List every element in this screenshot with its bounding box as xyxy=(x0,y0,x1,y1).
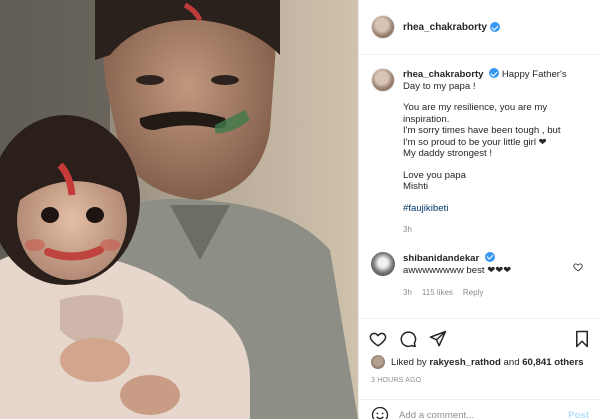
verified-badge-icon xyxy=(484,251,495,262)
comment-icon[interactable] xyxy=(399,330,417,348)
liker-avatar[interactable] xyxy=(371,355,385,369)
comment-body: awwwwwwww best ❤❤❤ xyxy=(403,264,512,276)
caption-paragraph: Love you papa Mishti xyxy=(403,170,589,193)
post-comment-button[interactable]: Post xyxy=(568,410,589,419)
share-icon[interactable] xyxy=(429,330,447,348)
caption: rhea_chakraborty Happy Father's Day to m… xyxy=(359,56,600,236)
heart-icon[interactable] xyxy=(369,330,387,348)
liked-by-user[interactable]: rakyesh_rathod xyxy=(429,357,500,368)
caption-line: Mishti xyxy=(403,181,429,192)
author-username[interactable]: rhea_chakraborty xyxy=(403,22,487,33)
comments-section: rhea_chakraborty Happy Father's Day to m… xyxy=(359,56,600,312)
add-comment-bar: Add a comment... Post xyxy=(359,399,600,419)
caption-author-avatar[interactable] xyxy=(371,68,395,92)
comment-meta: 3h 115 likes Reply xyxy=(403,287,568,299)
caption-line: I'm so proud to be your little girl ❤ xyxy=(403,136,547,148)
liked-by: Liked by rakyesh_rathod and 60,841 other… xyxy=(371,355,584,369)
comment-text: shibanidandekar awwwwwwww best ❤❤❤ 3h 11… xyxy=(403,251,568,299)
comment-reply-button[interactable]: Reply xyxy=(463,287,483,299)
comment-timestamp[interactable]: 3h xyxy=(403,287,412,299)
commenter-username[interactable]: shibanidandekar xyxy=(403,253,479,264)
liked-by-prefix: Liked by xyxy=(391,356,427,368)
hashtag-link[interactable]: #faujikibeti xyxy=(403,203,589,215)
caption-line: You are my resilience, you are my xyxy=(403,102,548,113)
comment-item: shibanidandekar awwwwwwww best ❤❤❤ 3h 11… xyxy=(359,240,600,299)
caption-line: inspiration. xyxy=(403,113,450,125)
post-sidebar: rhea_chakraborty rhea_chakraborty Happy … xyxy=(358,0,600,419)
caption-text: rhea_chakraborty Happy Father's Day to m… xyxy=(403,68,589,236)
action-bar xyxy=(359,318,600,358)
caption-line: My daddy strongest ! xyxy=(403,148,493,159)
liked-by-count[interactable]: 60,841 others xyxy=(522,357,583,368)
verified-badge-icon xyxy=(489,68,500,78)
comment-like-heart-icon[interactable] xyxy=(573,262,583,272)
caption-line: Day to my papa ! xyxy=(403,80,476,92)
commenter-avatar[interactable] xyxy=(371,251,395,276)
father-daughter-photo xyxy=(0,0,358,419)
verified-badge-icon xyxy=(489,22,500,32)
caption-paragraph: You are my resilience, you are my inspir… xyxy=(403,102,589,160)
caption-timestamp[interactable]: 3h xyxy=(403,224,589,236)
caption-line: Happy Father's xyxy=(501,69,567,80)
liked-by-middle: and xyxy=(503,356,520,368)
post-timestamp[interactable]: 3 HOURS AGO xyxy=(371,377,421,384)
caption-line: I'm sorry times have been tough , but xyxy=(403,125,561,136)
comment-likes[interactable]: 115 likes xyxy=(422,287,453,299)
smiley-icon[interactable] xyxy=(371,406,389,419)
bookmark-icon[interactable] xyxy=(573,330,591,348)
author-avatar[interactable] xyxy=(371,15,395,39)
post-header: rhea_chakraborty xyxy=(359,0,600,55)
add-comment-input[interactable]: Add a comment... xyxy=(399,410,474,419)
caption-username[interactable]: rhea_chakraborty xyxy=(403,69,484,80)
caption-line: Love you papa xyxy=(403,169,466,181)
post-photo[interactable] xyxy=(0,0,358,419)
